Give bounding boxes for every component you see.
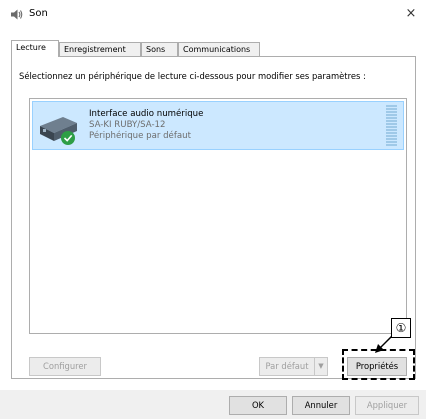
set-default-dropdown-button[interactable]: ▼	[314, 357, 328, 376]
ok-button[interactable]: OK	[229, 396, 287, 415]
speaker-device-icon	[40, 117, 77, 145]
volume-level-meter	[386, 105, 397, 146]
close-button[interactable]: ×	[402, 5, 420, 23]
device-name: Interface audio numérique	[89, 109, 204, 119]
speaker-icon	[11, 9, 23, 20]
apply-button[interactable]: Appliquer	[355, 396, 419, 415]
close-icon[interactable]: ×	[406, 6, 417, 21]
set-default-button[interactable]: Par défaut	[259, 357, 314, 376]
tab-lecture[interactable]: Lecture	[11, 40, 59, 57]
tab-sons[interactable]: Sons	[141, 42, 178, 56]
check-circle-icon	[61, 131, 75, 145]
device-status: Périphérique par défaut	[89, 131, 191, 141]
device-list-item[interactable]: Interface audio numérique SA-KI RUBY/SA-…	[32, 101, 404, 150]
tab-enregistrement[interactable]: Enregistrement	[59, 42, 141, 56]
cancel-button[interactable]: Annuler	[292, 396, 350, 415]
tab-communications[interactable]: Communications	[178, 42, 260, 56]
annotation-number: ①	[391, 318, 411, 338]
device-list[interactable]: Interface audio numérique SA-KI RUBY/SA-…	[29, 98, 407, 334]
instruction-text: Sélectionnez un périphérique de lecture …	[19, 71, 366, 81]
device-model: SA-KI RUBY/SA-12	[89, 120, 166, 130]
window-title: Son	[29, 8, 48, 19]
configure-button[interactable]: Configurer	[29, 357, 101, 376]
title-bar: Son ×	[0, 0, 426, 28]
annotation-highlight-box	[342, 349, 415, 380]
